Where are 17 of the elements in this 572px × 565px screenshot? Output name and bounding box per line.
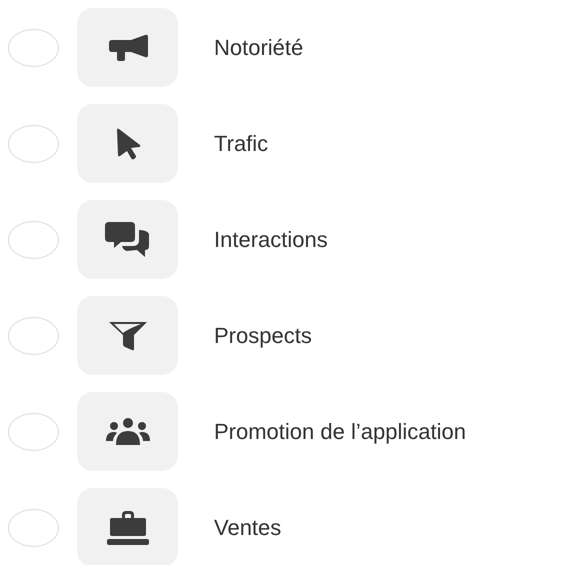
option-label: Notoriété	[214, 34, 304, 60]
radio-button[interactable]	[8, 316, 59, 354]
option-label: Interactions	[214, 226, 328, 252]
radio-button[interactable]	[8, 508, 59, 546]
radio-button[interactable]	[8, 412, 59, 450]
option-label: Prospects	[214, 322, 312, 348]
option-label: Ventes	[214, 514, 282, 540]
funnel-icon	[108, 320, 148, 350]
megaphone-icon	[106, 34, 148, 62]
people-icon	[106, 416, 150, 446]
radio-button[interactable]	[8, 220, 59, 258]
option-label: Promotion de l’application	[214, 418, 466, 444]
chat-icon	[104, 222, 150, 258]
briefcase-icon	[106, 510, 148, 546]
radio-button[interactable]	[8, 28, 59, 66]
radio-button[interactable]	[8, 124, 59, 162]
option-label: Trafic	[214, 130, 268, 156]
